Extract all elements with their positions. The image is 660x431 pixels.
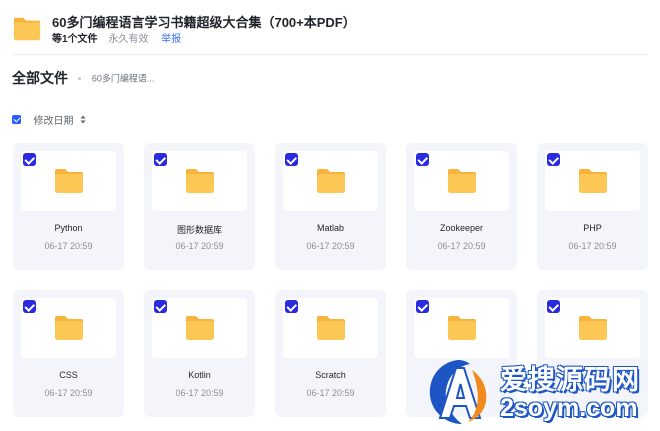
breadcrumb-separator-icon — [78, 76, 82, 80]
file-date: 06-17 20:59 — [437, 241, 486, 251]
file-date: 06-17 20:59 — [306, 241, 355, 251]
file-checkbox[interactable] — [154, 153, 167, 166]
validity-text: 永久有效 — [108, 34, 149, 45]
select-all-checkbox[interactable] — [12, 115, 21, 125]
share-header: 60多门编程语言学习书籍超级大合集（700+本PDF） 等1个文件 永久有效 举… — [12, 8, 648, 50]
file-checkbox[interactable] — [547, 153, 560, 166]
folder-icon — [54, 169, 83, 193]
sort-caret-icon[interactable] — [80, 115, 86, 124]
sort-by-date[interactable]: 修改日期 — [33, 116, 73, 127]
file-name[interactable]: Zookeeper — [406, 223, 517, 233]
file-date: 06-17 20:59 — [568, 241, 617, 251]
file-checkbox[interactable] — [285, 300, 298, 313]
watermark-logo-icon — [429, 360, 487, 424]
folder-icon — [316, 169, 345, 193]
share-title: 60多门编程语言学习书籍超级大合集（700+本PDF） — [52, 15, 356, 30]
file-name[interactable]: Scratch — [275, 370, 386, 380]
file-card[interactable]: Matlab 06-17 20:59 — [275, 143, 386, 270]
file-name[interactable]: Kotlin — [144, 370, 255, 380]
file-date: 06-17 20:59 — [175, 241, 224, 251]
watermark-text-domain: 2soym.com — [500, 394, 638, 422]
file-card[interactable]: Kotlin 06-17 20:59 — [144, 290, 255, 417]
share-meta: 等1个文件 永久有效 举报 — [52, 30, 181, 45]
file-name[interactable]: CSS — [13, 370, 124, 380]
folder-icon — [13, 17, 41, 41]
file-card[interactable]: Zookeeper 06-17 20:59 — [406, 143, 517, 270]
folder-icon — [447, 316, 476, 340]
file-name[interactable]: PHP — [537, 223, 648, 233]
file-name[interactable]: Python — [13, 223, 124, 233]
folder-icon — [54, 316, 83, 340]
file-checkbox[interactable] — [23, 300, 36, 313]
breadcrumb: 全部文件 60多门编程语... — [12, 68, 154, 88]
file-checkbox[interactable] — [416, 153, 429, 166]
file-checkbox[interactable] — [23, 153, 36, 166]
file-date: 06-17 20:59 — [44, 388, 93, 398]
file-card[interactable]: Python 06-17 20:59 — [13, 143, 124, 270]
file-checkbox[interactable] — [154, 300, 167, 313]
folder-icon — [578, 316, 607, 340]
folder-icon — [578, 169, 607, 193]
folder-icon — [316, 316, 345, 340]
file-date: 06-17 20:59 — [175, 388, 224, 398]
watermark-text-cn: 爱搜源码网 — [500, 365, 640, 395]
file-card[interactable]: CSS 06-17 20:59 — [13, 290, 124, 417]
file-count: 等1个文件 — [52, 34, 98, 45]
file-date: 06-17 20:59 — [44, 241, 93, 251]
folder-icon — [185, 169, 214, 193]
folder-icon — [185, 316, 214, 340]
file-card[interactable]: 图形数据库 06-17 20:59 — [144, 143, 255, 270]
folder-icon — [447, 169, 476, 193]
breadcrumb-current: 60多门编程语... — [91, 73, 155, 84]
breadcrumb-root[interactable]: 全部文件 — [12, 70, 68, 86]
file-checkbox[interactable] — [547, 300, 560, 313]
file-name[interactable]: Matlab — [275, 223, 386, 233]
sort-row: 修改日期 — [12, 111, 86, 129]
file-checkbox[interactable] — [416, 300, 429, 313]
file-name[interactable]: 图形数据库 — [144, 223, 255, 236]
file-card[interactable]: Scratch 06-17 20:59 — [275, 290, 386, 417]
watermark: 爱搜源码网 2soym.com — [418, 352, 660, 431]
file-date: 06-17 20:59 — [306, 388, 355, 398]
file-checkbox[interactable] — [285, 153, 298, 166]
report-link[interactable]: 举报 — [161, 34, 181, 45]
header-divider — [12, 54, 648, 55]
file-card[interactable]: PHP 06-17 20:59 — [537, 143, 648, 270]
